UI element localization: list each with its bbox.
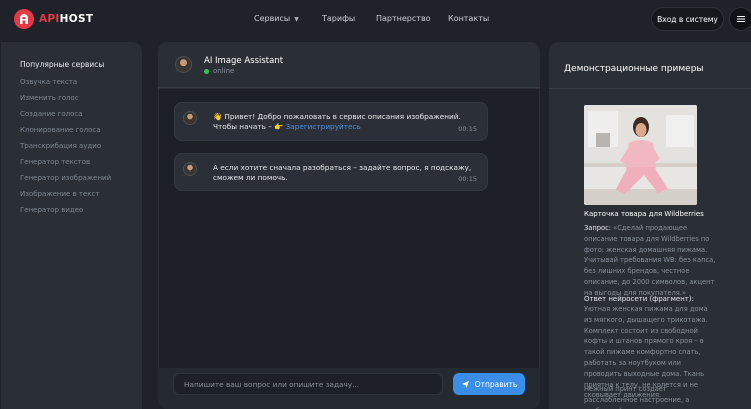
sidebar-item-image-to-text[interactable]: Изображение в текст [20, 190, 99, 198]
sidebar-item-video-gen[interactable]: Генератор видео [20, 206, 83, 214]
sidebar-item-tts[interactable]: Озвучка текста [20, 78, 77, 86]
logo-text: APIHOST [39, 13, 94, 25]
message-text: 👋 Привет! Добро пожаловать в сервис опис… [213, 112, 461, 131]
demo-request: Запрос: «Сделай продающее описание товар… [584, 224, 716, 297]
sidebar-title: Популярные сервисы [20, 60, 105, 69]
user-menu-button[interactable] [729, 7, 751, 31]
message-time: 00:15 [458, 125, 477, 133]
logo[interactable]: APIHOST [14, 9, 93, 29]
sidebar-item-transcription[interactable]: Транскрибация аудио [20, 142, 101, 150]
register-link[interactable]: Зарегистрируйтесь [286, 122, 361, 131]
chat-message: 👋 Привет! Добро пожаловать в сервис опис… [174, 102, 488, 141]
chat-message: А если хотите сначала разобраться – зада… [174, 153, 488, 191]
demo-answer-label: Ответ нейросети (фрагмент): [584, 295, 694, 303]
sidebar-item-text-gen[interactable]: Генератор текстов [20, 158, 90, 166]
nav-contacts[interactable]: Контакты [448, 14, 489, 23]
divider [549, 88, 751, 89]
sidebar-item-image-gen[interactable]: Генератор изображений [20, 174, 111, 182]
top-header: APIHOST Сервисы ▼ Тарифы Партнерство Конт… [0, 0, 751, 38]
assistant-avatar [183, 162, 197, 176]
demo-title: Демонстрационные примеры [564, 64, 704, 74]
chevron-down-icon: ▼ [294, 16, 299, 23]
sidebar-item-voice-clone[interactable]: Клонирование голоса [20, 126, 101, 134]
sidebar-item-voice-change[interactable]: Изменить голос [20, 94, 79, 102]
nav-partnership[interactable]: Партнерство [376, 14, 431, 23]
message-time: 00:15 [458, 175, 477, 183]
assistant-status: online [204, 67, 234, 75]
demo-answer-continued: Нежный принт создаёт расслабленное настр… [584, 385, 690, 409]
assistant-avatar [183, 111, 197, 125]
demo-caption: Карточка товара для Wildberries [584, 210, 704, 218]
login-button[interactable]: Вход в систему [651, 7, 724, 31]
menu-icon [737, 16, 745, 22]
message-text: А если хотите сначала разобраться – зада… [213, 163, 472, 182]
sidebar-item-voice-create[interactable]: Создание голоса [20, 110, 83, 118]
chat-messages: 👋 Привет! Добро пожаловать в сервис опис… [159, 89, 539, 394]
online-dot-icon [204, 68, 209, 74]
product-photo [584, 105, 697, 205]
chat-panel: AI Image Assistant online 👋 Привет! Добр… [158, 42, 540, 409]
nav-pricing[interactable]: Тарифы [322, 14, 355, 23]
message-input[interactable]: Напишите ваш вопрос или опишите задачу..… [173, 373, 443, 395]
send-button[interactable]: Отправить [453, 373, 525, 395]
assistant-avatar [175, 56, 192, 73]
chat-header: AI Image Assistant online [158, 42, 540, 88]
nav-services[interactable]: Сервисы ▼ [254, 14, 299, 23]
assistant-name: AI Image Assistant [204, 56, 284, 66]
send-icon [461, 380, 469, 388]
logo-icon [14, 9, 34, 29]
